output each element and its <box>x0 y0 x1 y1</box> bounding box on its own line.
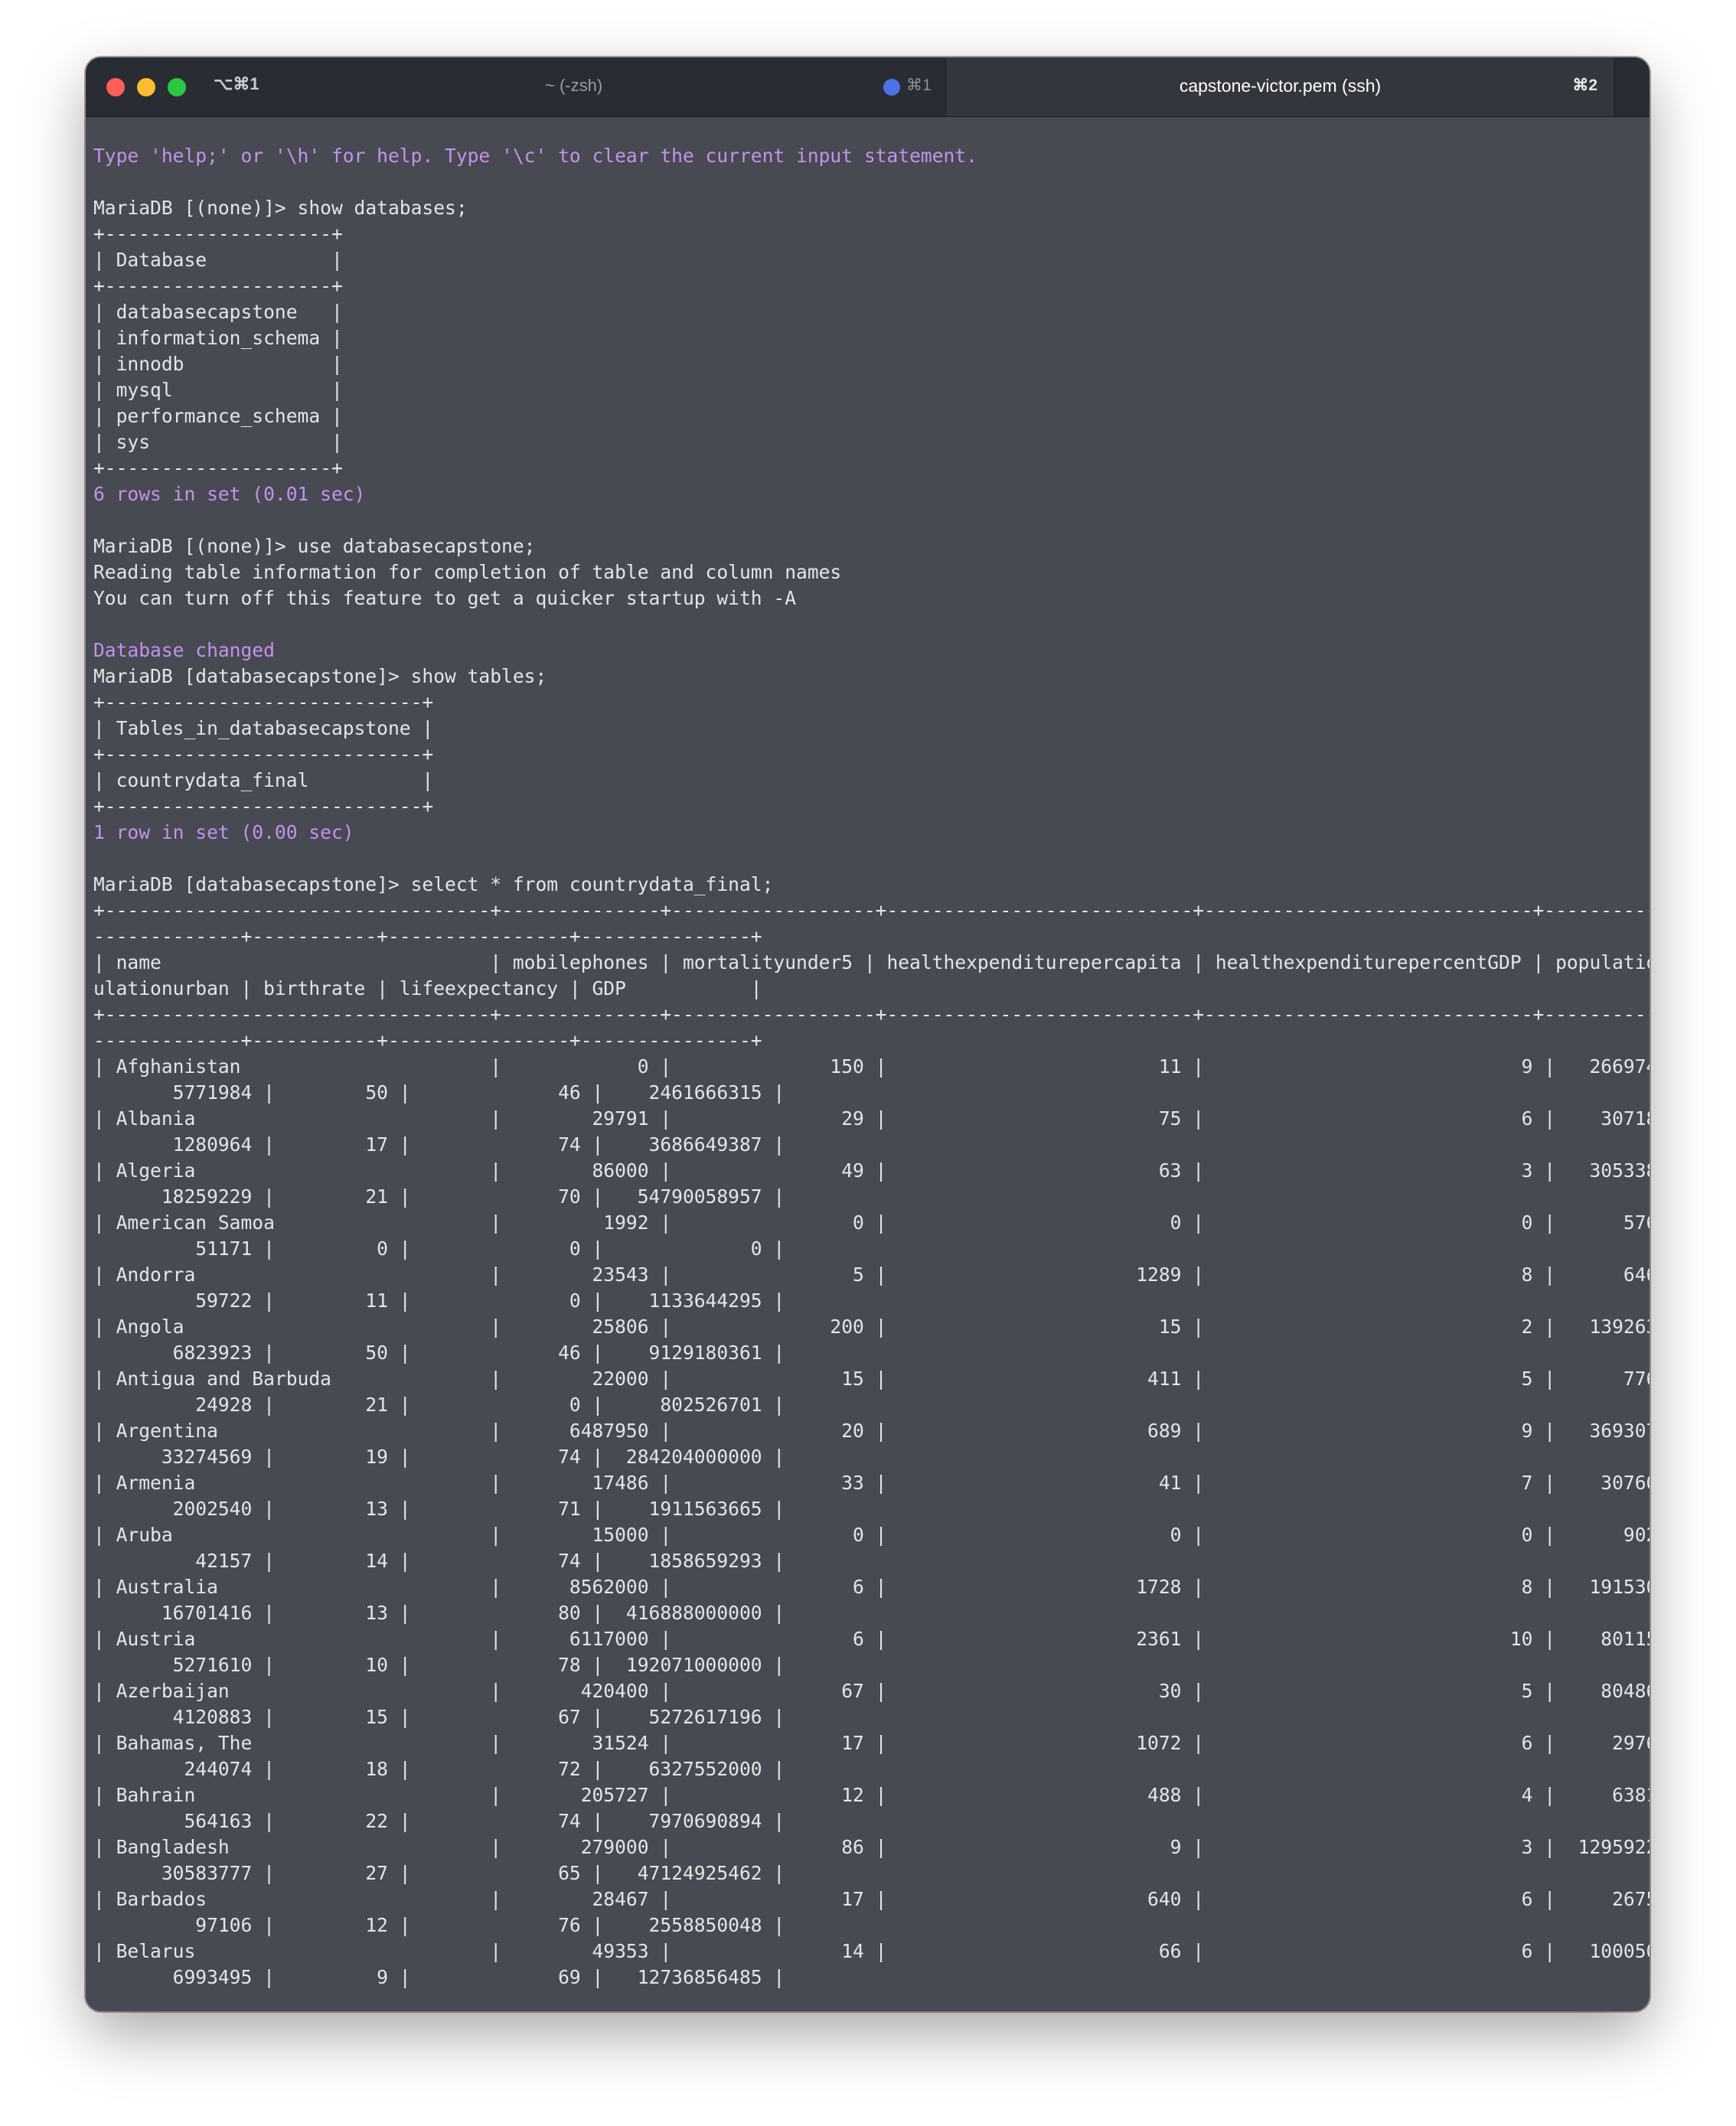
terminal-line: | Andorra | 23543 | 5 | 1289 | 8 | 64634… <box>93 1264 1650 1286</box>
terminal-line: 5271610 | 10 | 78 | 192071000000 | <box>93 1654 785 1676</box>
tab-zsh-shortcut: ⌘1 <box>906 77 932 94</box>
terminal-line: | information_schema | <box>93 327 343 349</box>
terminal-line: 1280964 | 17 | 74 | 3686649387 | <box>93 1133 785 1156</box>
terminal-line: Type 'help;' or '\h' for help. Type '\c'… <box>93 145 977 167</box>
terminal-line: | Australia | 8562000 | 6 | 1728 | 8 | 1… <box>93 1576 1650 1598</box>
terminal-line: 18259229 | 21 | 70 | 54790058957 | <box>93 1185 785 1208</box>
close-window-button[interactable] <box>106 78 125 96</box>
terminal-line: | countrydata_final | <box>93 769 434 791</box>
terminal-line: | Angola | 25806 | 200 | 15 | 2 | 139263… <box>93 1316 1650 1338</box>
terminal-line: 2002540 | 13 | 71 | 1911563665 | <box>93 1498 785 1520</box>
terminal-line: | Tables_in_databasecapstone | <box>93 717 434 739</box>
window-shortcut-label: ⌥⌘1 <box>214 74 259 93</box>
terminal-line: | Bangladesh | 279000 | 86 | 9 | 3 | 129… <box>93 1836 1650 1858</box>
terminal-line: | performance_schema | <box>93 405 343 427</box>
terminal-line: | Bahrain | 205727 | 12 | 488 | 4 | 6381… <box>93 1784 1650 1806</box>
terminal-line: 6 rows in set (0.01 sec) <box>93 483 366 505</box>
terminal-line: ulationurban | birthrate | lifeexpectanc… <box>93 977 762 999</box>
terminal-line: | mysql | <box>93 379 343 401</box>
terminal-line: | Armenia | 17486 | 33 | 41 | 7 | 307609… <box>93 1472 1650 1494</box>
terminal-line: 33274569 | 19 | 74 | 284204000000 | <box>93 1446 785 1468</box>
terminal-output[interactable]: Type 'help;' or '\h' for help. Type '\c'… <box>93 143 1650 1991</box>
terminal-line: | Antigua and Barbuda | 22000 | 15 | 411… <box>93 1368 1650 1390</box>
terminal-line: MariaDB [databasecapstone]> show tables; <box>93 665 547 687</box>
terminal-line: +--------------------+ <box>93 275 343 297</box>
terminal-line: | Azerbaijan | 420400 | 67 | 30 | 5 | 80… <box>93 1680 1650 1702</box>
terminal-line: | Afghanistan | 0 | 150 | 11 | 9 | 26697… <box>93 1055 1650 1078</box>
terminal-line: Reading table information for completion… <box>93 561 842 583</box>
terminal-line: +--------------------+ <box>93 457 343 479</box>
terminal-line: 97106 | 12 | 76 | 2558850048 | <box>93 1914 785 1936</box>
terminal-line: +----------------------------------+----… <box>93 1003 1650 1026</box>
terminal-line: MariaDB [(none)]> use databasecapstone; <box>93 535 536 557</box>
terminal-line: You can turn off this feature to get a q… <box>93 587 797 609</box>
terminal-line: | databasecapstone | <box>93 301 343 323</box>
minimize-window-button[interactable] <box>137 78 155 96</box>
terminal-line: | sys | <box>93 431 343 453</box>
terminal-line: 4120883 | 15 | 67 | 5272617196 | <box>93 1706 785 1728</box>
zoom-window-button[interactable] <box>168 78 186 96</box>
terminal-line: 59722 | 11 | 0 | 1133644295 | <box>93 1290 785 1312</box>
activity-indicator-icon <box>883 79 900 96</box>
terminal-line: 5771984 | 50 | 46 | 2461666315 | <box>93 1081 785 1104</box>
terminal-line: +----------------------------+ <box>93 743 434 765</box>
tab-ssh[interactable]: capstone-victor.pem (ssh) ⌘2 <box>945 57 1615 116</box>
terminal-line: MariaDB [databasecapstone]> select * fro… <box>93 873 774 895</box>
terminal-line: 30583777 | 27 | 65 | 47124925462 | <box>93 1862 785 1884</box>
terminal-line: 16701416 | 13 | 80 | 416888000000 | <box>93 1602 785 1624</box>
terminal-line: | Algeria | 86000 | 49 | 63 | 3 | 305338… <box>93 1159 1650 1182</box>
terminal-line: | Austria | 6117000 | 6 | 2361 | 10 | 80… <box>93 1628 1650 1650</box>
terminal-line: | Database | <box>93 249 343 271</box>
terminal-line: 24928 | 21 | 0 | 802526701 | <box>93 1394 785 1416</box>
title-bar: ~ (-zsh) ⌘1 capstone-victor.pem (ssh) ⌘2… <box>86 57 1650 117</box>
terminal-line: | Aruba | 15000 | 0 | 0 | 0 | 90271 | <box>93 1524 1650 1546</box>
terminal-window: ~ (-zsh) ⌘1 capstone-victor.pem (ssh) ⌘2… <box>86 57 1650 2011</box>
terminal-line: Database changed <box>93 639 275 661</box>
terminal-line: 564163 | 22 | 74 | 7970690894 | <box>93 1810 785 1832</box>
terminal-line: | American Samoa | 1992 | 0 | 0 | 0 | 57… <box>93 1211 1650 1234</box>
terminal-line: | name | mobilephones | mortalityunder5 … <box>93 951 1650 973</box>
terminal-line: | Albania | 29791 | 29 | 75 | 6 | 307185… <box>93 1107 1650 1130</box>
terminal-line: -------------+-----------+--------------… <box>93 1029 762 1052</box>
terminal-line: 51171 | 0 | 0 | 0 | <box>93 1237 785 1260</box>
terminal-line: +--------------------+ <box>93 223 343 245</box>
terminal-line: 42157 | 14 | 74 | 1858659293 | <box>93 1550 785 1572</box>
terminal-line: | innodb | <box>93 353 343 375</box>
terminal-line: +----------------------------------+----… <box>93 899 1650 921</box>
terminal-line: +----------------------------+ <box>93 795 434 817</box>
terminal-line: +----------------------------+ <box>93 691 434 713</box>
tab-ssh-title: capstone-victor.pem (ssh) <box>1179 76 1382 96</box>
terminal-line: | Bahamas, The | 31524 | 17 | 1072 | 6 |… <box>93 1732 1650 1754</box>
terminal-line: | Argentina | 6487950 | 20 | 689 | 9 | 3… <box>93 1420 1650 1442</box>
terminal-line: | Barbados | 28467 | 17 | 640 | 6 | 2675… <box>93 1888 1650 1910</box>
tab-zsh-title: ~ (-zsh) <box>545 76 603 95</box>
terminal-line: MariaDB [(none)]> show databases; <box>93 197 468 219</box>
terminal-line: 6993495 | 9 | 69 | 12736856485 | <box>93 1966 785 1988</box>
terminal-line: 1 row in set (0.00 sec) <box>93 821 354 843</box>
terminal-line: 6823923 | 50 | 46 | 9129180361 | <box>93 1342 785 1364</box>
terminal-line: | Belarus | 49353 | 14 | 66 | 6 | 100050… <box>93 1940 1650 1962</box>
terminal-line: 244074 | 18 | 72 | 6327552000 | <box>93 1758 785 1780</box>
tab-ssh-shortcut: ⌘2 <box>1572 77 1597 94</box>
terminal-line: -------------+-----------+--------------… <box>93 925 762 947</box>
